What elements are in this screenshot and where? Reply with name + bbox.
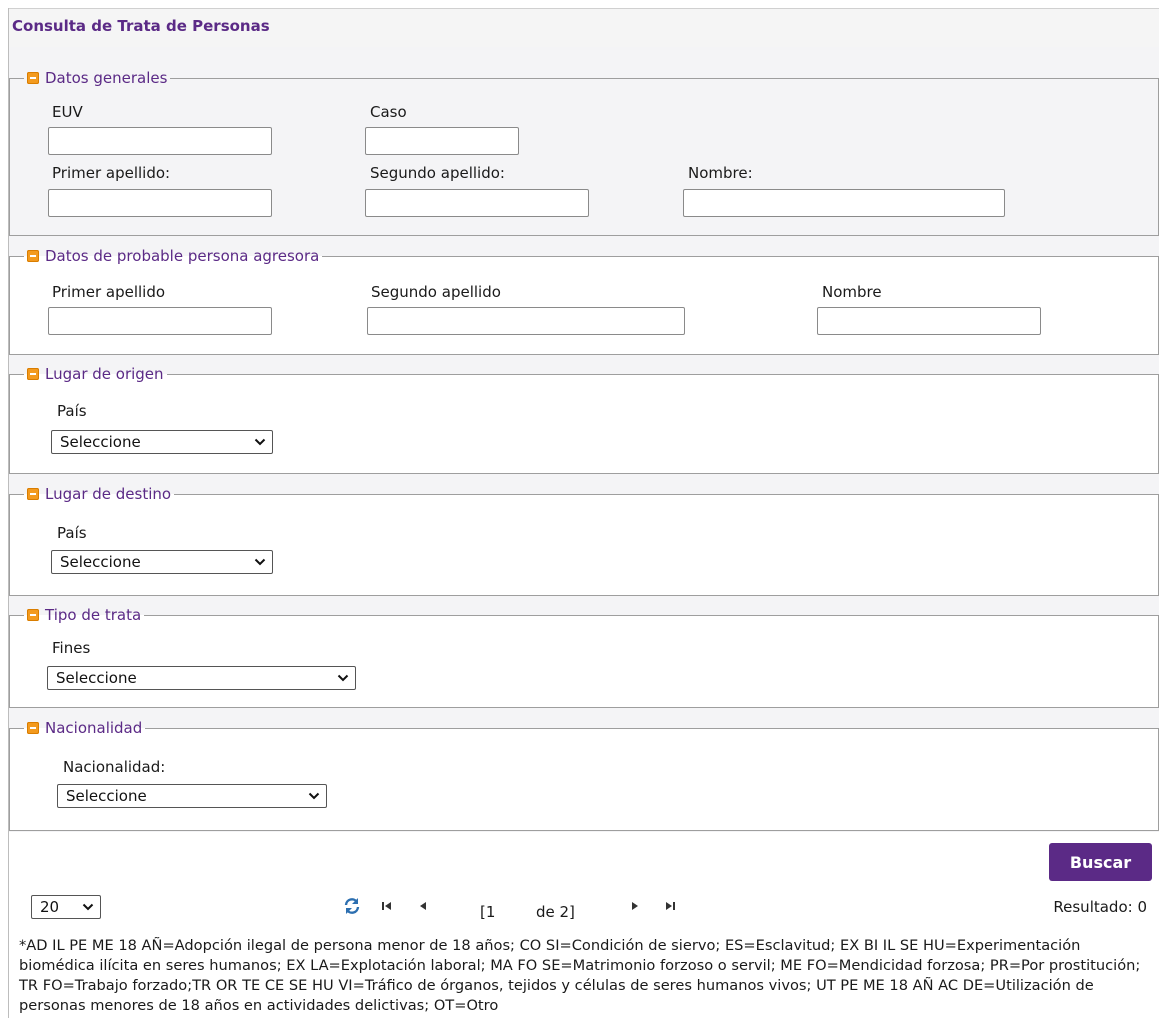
destino-pais-select[interactable]: Seleccione bbox=[51, 550, 273, 574]
select-value: Seleccione bbox=[66, 787, 147, 805]
caso-label: Caso bbox=[370, 103, 407, 121]
agresor-nombre-input[interactable] bbox=[817, 307, 1041, 335]
select-value: Seleccione bbox=[56, 669, 137, 687]
agresor-segundo-apellido-label: Segundo apellido bbox=[371, 283, 501, 301]
page: Consulta de Trata de Personas Datos gene… bbox=[0, 0, 1159, 1018]
agresor-nombre-label: Nombre bbox=[822, 283, 882, 301]
origen-pais-select[interactable]: Seleccione bbox=[51, 430, 273, 454]
legend-lugar-destino[interactable]: Lugar de destino bbox=[24, 484, 174, 504]
legend-label: Lugar de destino bbox=[45, 485, 172, 503]
nombre-label: Nombre: bbox=[688, 164, 753, 182]
nacionalidad-select[interactable]: Seleccione bbox=[57, 784, 327, 808]
collapse-minus-icon[interactable] bbox=[27, 250, 39, 262]
collapse-minus-icon[interactable] bbox=[27, 368, 39, 380]
collapse-minus-icon[interactable] bbox=[27, 488, 39, 500]
fieldset-tipo-trata: Tipo de trata bbox=[9, 605, 1159, 708]
legend-nacionalidad[interactable]: Nacionalidad bbox=[24, 718, 145, 738]
fieldset-lugar-destino: Lugar de destino bbox=[9, 484, 1159, 596]
legend-label: Nacionalidad bbox=[45, 719, 143, 737]
next-page-icon[interactable] bbox=[628, 899, 642, 913]
chevron-down-icon bbox=[254, 438, 266, 446]
buscar-button[interactable]: Buscar bbox=[1049, 843, 1152, 881]
segundo-apellido-label: Segundo apellido: bbox=[370, 164, 505, 182]
chevron-down-icon bbox=[82, 903, 94, 911]
legend-datos-generales[interactable]: Datos generales bbox=[24, 68, 170, 88]
legend-label: Tipo de trata bbox=[45, 606, 142, 624]
select-value: 20 bbox=[40, 898, 60, 916]
page-total: de 2] bbox=[536, 903, 575, 921]
select-value: Seleccione bbox=[60, 433, 141, 451]
legend-tipo-trata[interactable]: Tipo de trata bbox=[24, 605, 144, 625]
legend-lugar-origen[interactable]: Lugar de origen bbox=[24, 364, 167, 384]
page-current: [1 bbox=[480, 903, 496, 921]
footnote-legend: *AD IL PE ME 18 AÑ=Adopción ilegal de pe… bbox=[19, 937, 1141, 1014]
refresh-icon[interactable] bbox=[343, 897, 361, 915]
agresor-primer-apellido-input[interactable] bbox=[48, 307, 272, 335]
origen-pais-label: País bbox=[57, 402, 87, 420]
fines-label: Fines bbox=[52, 639, 91, 657]
last-page-icon[interactable] bbox=[663, 899, 677, 913]
primer-apellido-label: Primer apellido: bbox=[52, 164, 171, 182]
euv-input[interactable] bbox=[48, 127, 272, 155]
chevron-down-icon bbox=[337, 674, 349, 682]
chevron-down-icon bbox=[308, 792, 320, 800]
nombre-input[interactable] bbox=[683, 189, 1005, 217]
previous-page-icon[interactable] bbox=[416, 899, 430, 913]
fines-select[interactable]: Seleccione bbox=[47, 666, 356, 690]
destino-pais-label: País bbox=[57, 524, 87, 542]
primer-apellido-input[interactable] bbox=[48, 189, 272, 217]
agresor-primer-apellido-label: Primer apellido bbox=[52, 283, 166, 301]
collapse-minus-icon[interactable] bbox=[27, 722, 39, 734]
page-title: Consulta de Trata de Personas bbox=[12, 17, 270, 35]
fieldset-nacionalidad: Nacionalidad bbox=[9, 718, 1159, 831]
result-count: Resultado: 0 bbox=[1053, 898, 1147, 916]
legend-agresora[interactable]: Datos de probable persona agresora bbox=[24, 246, 322, 266]
header-bar: Consulta de Trata de Personas bbox=[9, 8, 1159, 48]
segundo-apellido-input[interactable] bbox=[365, 189, 589, 217]
legend-label: Lugar de origen bbox=[45, 365, 164, 383]
page-size-select[interactable]: 20 bbox=[31, 895, 101, 919]
fieldset-agresora: Datos de probable persona agresora bbox=[9, 246, 1159, 355]
legend-label: Datos generales bbox=[45, 69, 168, 87]
select-value: Seleccione bbox=[60, 553, 141, 571]
collapse-minus-icon[interactable] bbox=[27, 72, 39, 84]
euv-label: EUV bbox=[52, 103, 83, 121]
collapse-minus-icon[interactable] bbox=[27, 609, 39, 621]
fieldset-lugar-origen: Lugar de origen bbox=[9, 364, 1159, 474]
legend-label: Datos de probable persona agresora bbox=[45, 247, 320, 265]
caso-input[interactable] bbox=[365, 127, 519, 155]
chevron-down-icon bbox=[254, 558, 266, 566]
agresor-segundo-apellido-input[interactable] bbox=[367, 307, 685, 335]
first-page-icon[interactable] bbox=[380, 899, 394, 913]
nacionalidad-label: Nacionalidad: bbox=[63, 758, 166, 776]
